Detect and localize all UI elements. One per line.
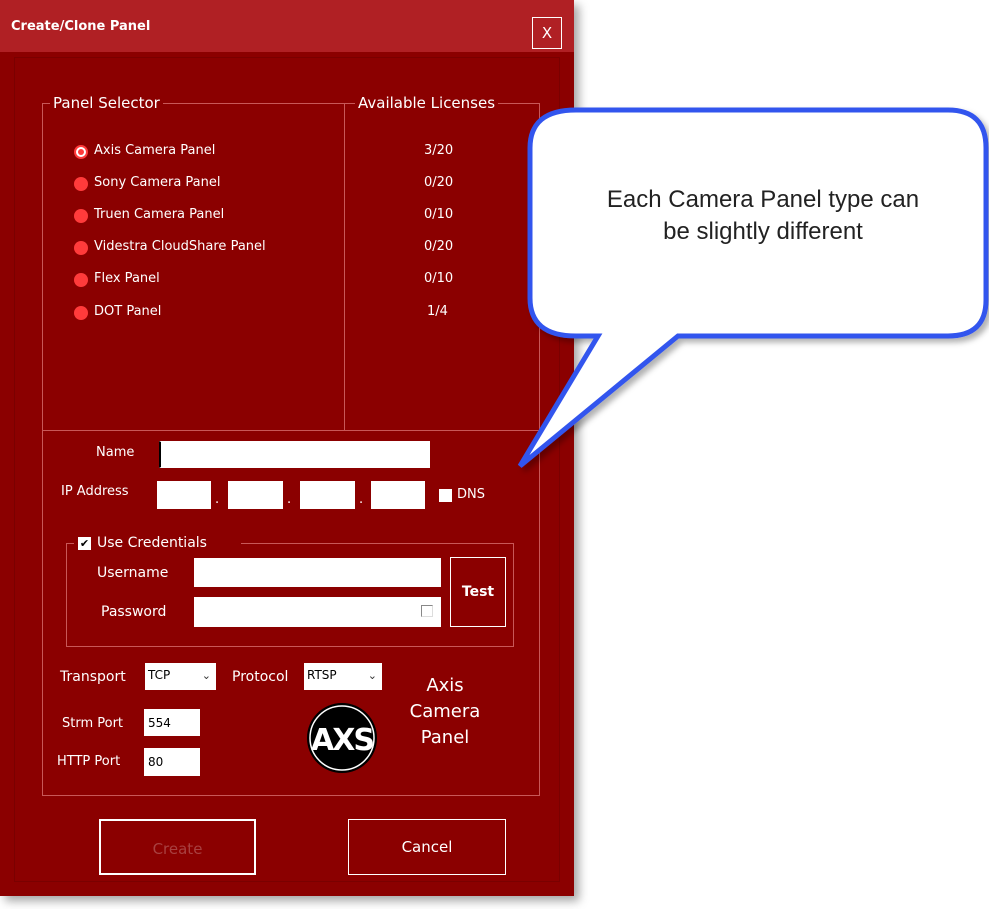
ip-octet-2[interactable] bbox=[228, 481, 283, 509]
radio-videstra[interactable] bbox=[74, 241, 88, 255]
radio-truen[interactable] bbox=[74, 209, 88, 223]
callout-bubble bbox=[517, 107, 989, 468]
available-licenses-legend: Available Licenses bbox=[355, 94, 499, 112]
ip-dot: . bbox=[287, 492, 292, 507]
use-credentials-legend: ✔ Use Credentials bbox=[74, 534, 241, 554]
svg-text:AXS: AXS bbox=[311, 723, 373, 758]
callout-line: be slightly different bbox=[663, 218, 863, 245]
show-password-checkbox[interactable] bbox=[421, 605, 433, 617]
use-credentials-checkbox[interactable]: ✔ bbox=[78, 537, 91, 550]
transport-label: Transport bbox=[60, 669, 126, 685]
protocol-value: RTSP bbox=[307, 668, 337, 682]
transport-select[interactable]: TCP ⌄ bbox=[145, 663, 216, 690]
ip-octet-4[interactable] bbox=[371, 481, 425, 509]
name-label: Name bbox=[96, 445, 135, 460]
axs-logo-icon: AXS bbox=[306, 702, 378, 774]
radio-sony[interactable] bbox=[74, 177, 88, 191]
create-button[interactable]: Create bbox=[99, 819, 256, 875]
license-count: 0/20 bbox=[424, 175, 454, 190]
username-label: Username bbox=[97, 565, 169, 581]
transport-value: TCP bbox=[148, 668, 171, 682]
radio-dot[interactable] bbox=[74, 306, 88, 320]
ip-dot: . bbox=[215, 492, 220, 507]
panel-option-label: DOT Panel bbox=[94, 304, 162, 319]
name-input[interactable] bbox=[159, 441, 430, 468]
strm-port-input[interactable] bbox=[144, 709, 200, 736]
logo-caption-line: Axis bbox=[426, 675, 464, 696]
test-button[interactable]: Test bbox=[450, 557, 506, 627]
use-credentials-label: Use Credentials bbox=[97, 535, 207, 551]
http-port-input[interactable] bbox=[144, 748, 200, 776]
protocol-label: Protocol bbox=[232, 669, 289, 685]
ip-octet-3[interactable] bbox=[300, 481, 355, 509]
ip-address-label: IP Address bbox=[61, 484, 129, 499]
panel-option-label: Sony Camera Panel bbox=[94, 175, 221, 190]
ip-dot: . bbox=[359, 492, 364, 507]
panel-option-label: Videstra CloudShare Panel bbox=[94, 239, 266, 254]
logo-caption: Axis Camera Panel bbox=[390, 673, 500, 751]
password-label: Password bbox=[101, 604, 167, 620]
close-button[interactable]: X bbox=[532, 17, 562, 49]
chevron-down-icon: ⌄ bbox=[201, 669, 211, 682]
create-clone-panel-window: Create/Clone Panel X Panel Selector Avai… bbox=[0, 0, 574, 896]
panel-option-label: Flex Panel bbox=[94, 271, 160, 286]
license-count: 0/10 bbox=[424, 207, 454, 222]
title-bar: Create/Clone Panel X bbox=[0, 0, 574, 52]
logo-caption-line: Panel bbox=[420, 727, 470, 748]
callout-line: Each Camera Panel type can bbox=[606, 186, 920, 213]
callout-text: Each Camera Panel type can be slightly d… bbox=[528, 184, 989, 248]
ip-octet-1[interactable] bbox=[157, 481, 211, 509]
panel-selector-legend: Panel Selector bbox=[50, 94, 163, 112]
license-count: 0/20 bbox=[424, 239, 454, 254]
dialog-body: Panel Selector Available Licenses Axis C… bbox=[14, 57, 560, 882]
chevron-down-icon: ⌄ bbox=[367, 669, 377, 682]
window-title: Create/Clone Panel bbox=[11, 19, 151, 34]
logo-caption-line: Camera bbox=[409, 701, 481, 722]
username-input[interactable] bbox=[194, 558, 441, 587]
license-count: 3/20 bbox=[424, 143, 454, 158]
cancel-button[interactable]: Cancel bbox=[348, 819, 506, 875]
password-input[interactable] bbox=[194, 597, 441, 627]
panel-option-label: Truen Camera Panel bbox=[94, 207, 225, 222]
http-port-label: HTTP Port bbox=[57, 754, 121, 769]
protocol-select[interactable]: RTSP ⌄ bbox=[304, 663, 382, 690]
dns-label: DNS bbox=[457, 487, 485, 502]
panel-option-label: Axis Camera Panel bbox=[94, 143, 216, 158]
radio-axis[interactable] bbox=[74, 145, 88, 159]
license-count: 1/4 bbox=[427, 304, 448, 319]
dns-checkbox[interactable] bbox=[439, 489, 452, 502]
radio-flex[interactable] bbox=[74, 273, 88, 287]
strm-port-label: Strm Port bbox=[62, 716, 124, 731]
license-count: 0/10 bbox=[424, 271, 454, 286]
